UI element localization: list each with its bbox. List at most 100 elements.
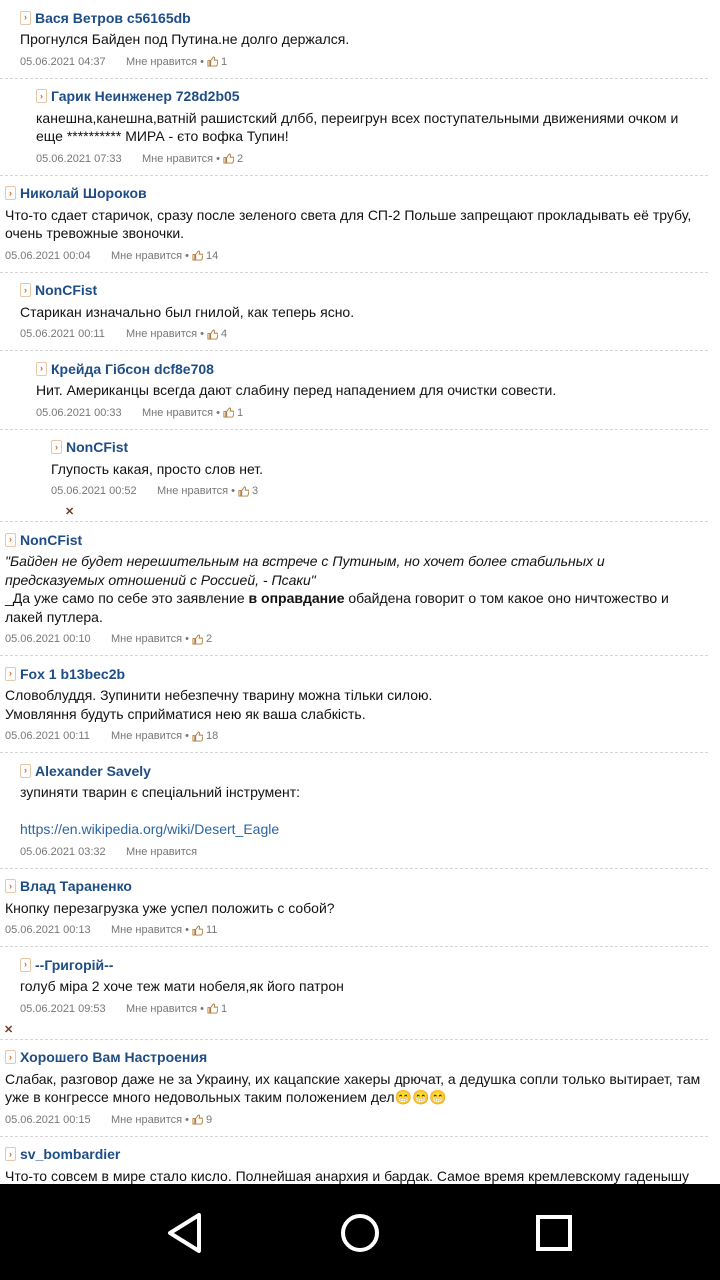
like-button[interactable]: Мне нравится <box>142 153 213 165</box>
comment-date: 05.06.2021 00:52 <box>51 485 137 497</box>
like-button[interactable]: Мне нравится <box>111 730 182 742</box>
comment: › NonCFist Глупость какая, просто слов не… <box>0 430 708 522</box>
comment-text: голуб міра 2 хоче теж мати нобеля,як йог… <box>20 978 344 994</box>
comment-meta: 05.06.2021 07:33 Мне нравится • 2 <box>36 152 244 165</box>
comment-author[interactable]: NonCFist <box>35 282 97 298</box>
comment-date: 05.06.2021 03:32 <box>20 845 106 858</box>
reply-arrow-icon[interactable]: › <box>5 532 16 547</box>
wikipedia-link[interactable]: https://en.wikipedia.org/wiki/Desert_Eag… <box>20 821 279 837</box>
comment-meta: 05.06.2021 00:11 Мне нравится • 18 <box>5 730 219 742</box>
comment: › NonCFist Старикан изначально был гнилой… <box>0 273 708 351</box>
thumb-up-icon <box>207 56 218 67</box>
like-button[interactable]: Мне нравится <box>126 56 197 68</box>
reply-arrow-icon[interactable]: › <box>5 1147 16 1161</box>
like-button[interactable]: Мне нравится <box>111 633 182 645</box>
comment-meta: 05.06.2021 00:13 Мне нравится • 11 <box>5 924 218 936</box>
like-button[interactable]: Мне нравится <box>126 846 197 858</box>
reply-arrow-icon[interactable]: › <box>20 283 31 297</box>
reply-arrow-icon[interactable]: › <box>5 879 16 893</box>
comment-author[interactable]: Хорошего Вам Настроения <box>20 1049 207 1065</box>
comment-text: Что-то сдает старичок, сразу после зелен… <box>5 206 692 242</box>
comment-author[interactable]: Влад Тараненко <box>20 878 132 894</box>
back-triangle-icon[interactable] <box>162 1210 208 1256</box>
comment-author[interactable]: NonCFist <box>66 439 128 455</box>
comment: › Alexander Savely зупиняти тварин є спец… <box>0 753 708 869</box>
like-count: 4 <box>220 328 228 340</box>
collapse-close-icon[interactable]: ✕ <box>65 505 74 518</box>
comment-author[interactable]: Alexander Savely <box>35 763 151 779</box>
comment-author[interactable]: Крейда Гібсон dcf8e708 <box>51 361 214 377</box>
reply-arrow-icon[interactable]: › <box>5 1050 16 1064</box>
comment: › Хорошего Вам Настроения Слабак, разгово… <box>0 1040 708 1137</box>
comment: › --Григорій-- голуб міра 2 хоче теж мати… <box>0 947 708 1040</box>
comment-meta: 05.06.2021 03:32 Мне нравится <box>20 844 708 860</box>
reply-arrow-icon[interactable]: › <box>51 440 62 454</box>
reply-arrow-icon[interactable]: › <box>20 10 31 25</box>
comment-date: 05.06.2021 00:04 <box>5 249 91 262</box>
comment-date: 05.06.2021 00:11 <box>20 328 105 340</box>
comment-text: "Байден не будет нерешительным на встреч… <box>5 552 708 626</box>
reply-arrow-icon[interactable]: › <box>36 89 47 103</box>
comment-meta: 05.06.2021 00:33 Мне нравится • 1 <box>36 406 244 419</box>
thumb-up-icon <box>192 1114 203 1125</box>
like-count: 1 <box>220 55 228 68</box>
comments-feed[interactable]: › Вася Ветров c56165db Прогнулся Байден п… <box>0 0 720 1184</box>
comment-meta: 05.06.2021 04:37 Мне нравится • 1 <box>20 55 228 68</box>
comment-author[interactable]: Николай Шороков <box>20 185 147 201</box>
like-button[interactable]: Мне нравится <box>157 485 228 497</box>
comment-date: 05.06.2021 09:53 <box>20 1002 106 1015</box>
thumb-up-icon <box>192 250 203 261</box>
comment-meta: 05.06.2021 00:04 Мне нравится • 14 <box>5 249 219 262</box>
comment-text: зупиняти тварин є спеціальний інструмент… <box>20 784 301 837</box>
like-count: 9 <box>205 1113 213 1126</box>
like-button[interactable]: Мне нравится <box>111 250 182 262</box>
reply-arrow-icon[interactable]: › <box>36 361 47 376</box>
comment-text: канешна,канешна,ватній рашистский длбб, … <box>36 109 679 145</box>
comment-meta: 05.06.2021 00:52 Мне нравится • 3 <box>51 485 259 497</box>
collapse-close-icon[interactable]: ✕ <box>4 1023 13 1036</box>
reply-arrow-icon[interactable]: › <box>20 763 31 778</box>
reply-arrow-icon[interactable]: › <box>5 186 16 200</box>
home-circle-icon[interactable] <box>337 1210 383 1256</box>
comment-quote: "Байден не будет нерешительным на встреч… <box>5 553 605 588</box>
comment-author[interactable]: NonCFist <box>20 532 82 548</box>
comment-date: 05.06.2021 00:11 <box>5 730 90 742</box>
comment: › NonCFist "Байден не будет нерешительным… <box>0 522 708 656</box>
like-count: 18 <box>205 730 219 742</box>
comment-author[interactable]: Гарик Неинженер 728d2b05 <box>51 88 240 104</box>
reply-arrow-icon[interactable]: › <box>5 666 16 681</box>
comment-text: Слабак, разговор даже не за Украину, их … <box>5 1070 701 1106</box>
comment-text: Старикан изначально был гнилой, как тепе… <box>20 303 355 320</box>
comment: › Гарик Неинженер 728d2b05 канешна,канешн… <box>0 79 708 176</box>
comment-text: Нит. Американцы всегда дают слабину пере… <box>36 382 557 398</box>
comment-text: Словоблуддя. Зупинити небезпечну тварину… <box>5 687 433 722</box>
comment-author[interactable]: --Григорій-- <box>35 957 113 973</box>
comment: › Крейда Гібсон dcf8e708 Нит. Американцы … <box>0 351 708 430</box>
like-button[interactable]: Мне нравится <box>126 1003 197 1015</box>
comment: › Влад Тараненко Кнопку перезагрузка уже … <box>0 869 708 947</box>
comment-author[interactable]: Fox 1 b13bec2b <box>20 666 125 682</box>
like-count: 1 <box>236 406 244 419</box>
like-button[interactable]: Мне нравится <box>111 1114 182 1126</box>
comment-date: 05.06.2021 00:10 <box>5 633 91 645</box>
thumb-up-icon <box>192 924 203 936</box>
system-navigation-bar <box>0 1184 720 1280</box>
comment-date: 05.06.2021 07:33 <box>36 152 122 165</box>
like-count: 2 <box>236 152 244 165</box>
comment-date: 05.06.2021 04:37 <box>20 55 106 68</box>
reply-arrow-icon[interactable]: › <box>20 957 31 972</box>
like-button[interactable]: Мне нравится <box>111 924 182 936</box>
thumb-up-icon <box>223 153 234 164</box>
like-button[interactable]: Мне нравится <box>126 328 197 340</box>
recents-square-icon[interactable] <box>531 1210 577 1256</box>
like-button[interactable]: Мне нравится <box>142 407 213 419</box>
like-count: 14 <box>205 249 219 262</box>
comment-date: 05.06.2021 00:15 <box>5 1113 91 1126</box>
comment-author[interactable]: sv_bombardier <box>20 1146 120 1162</box>
like-count: 1 <box>220 1002 228 1015</box>
comment-text: Прогнулся Байден под Путина.не долго дер… <box>20 31 350 47</box>
comment-author[interactable]: Вася Ветров c56165db <box>35 10 191 26</box>
comment: › Вася Ветров c56165db Прогнулся Байден п… <box>0 0 708 79</box>
like-count: 11 <box>205 924 218 936</box>
comment-meta: 05.06.2021 00:11 Мне нравится • 4 <box>20 328 228 340</box>
